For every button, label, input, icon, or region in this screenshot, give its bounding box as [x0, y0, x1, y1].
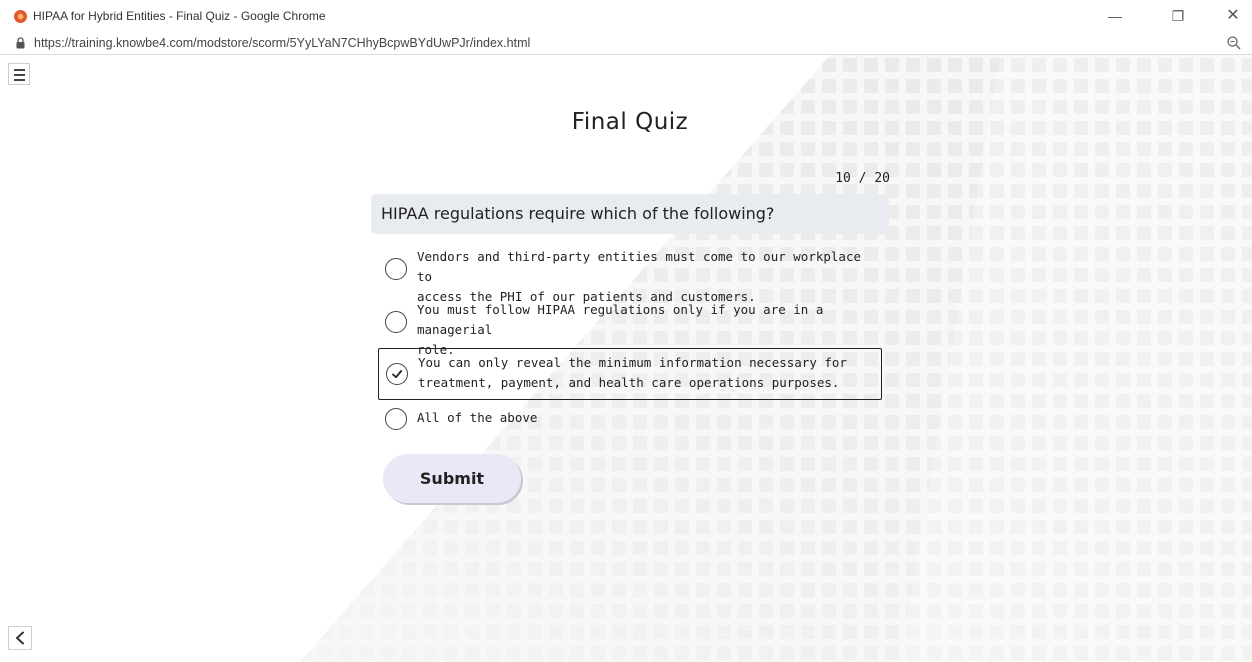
lock-icon — [16, 37, 25, 49]
answer-option-4[interactable]: All of the above — [378, 407, 882, 431]
quiz-page: Final Quiz 10 / 20 HIPAA regulations req… — [0, 55, 1252, 662]
radio-button[interactable] — [385, 408, 407, 430]
answer-option-line: You can only reveal the minimum informat… — [418, 355, 847, 370]
answer-option-line: Vendors and third-party entities must co… — [417, 249, 862, 284]
chrome-icon — [14, 10, 27, 23]
browser-window: HIPAA for Hybrid Entities - Final Quiz -… — [0, 0, 1252, 662]
url-text[interactable]: https://training.knowbe4.com/modstore/sc… — [34, 36, 530, 50]
minimize-button[interactable]: — — [1100, 4, 1130, 28]
address-bar[interactable]: https://training.knowbe4.com/modstore/sc… — [0, 34, 1252, 55]
answer-option-line: You must follow HIPAA regulations only i… — [417, 302, 824, 337]
radio-button[interactable] — [385, 311, 407, 333]
answer-option-text: You can only reveal the minimum informat… — [418, 353, 878, 393]
zoom-icon[interactable] — [1226, 35, 1242, 51]
answer-option-text: Vendors and third-party entities must co… — [417, 247, 877, 307]
answer-option-1[interactable]: Vendors and third-party entities must co… — [378, 247, 882, 304]
answer-option-line: All of the above — [417, 410, 538, 425]
hamburger-menu-icon[interactable] — [8, 63, 30, 85]
check-icon — [392, 370, 403, 379]
page-title: Final Quiz — [571, 109, 689, 135]
chevron-left-icon — [16, 631, 24, 645]
radio-button-checked[interactable] — [386, 363, 408, 385]
answer-option-line: treatment, payment, and health care oper… — [418, 375, 840, 390]
answer-option-2[interactable]: You must follow HIPAA regulations only i… — [378, 300, 882, 357]
close-button[interactable]: ✕ — [1218, 4, 1248, 28]
question-text: HIPAA regulations require which of the f… — [381, 204, 775, 223]
restore-button[interactable]: ❐ — [1163, 4, 1193, 28]
window-title: HIPAA for Hybrid Entities - Final Quiz -… — [33, 9, 326, 23]
title-bar: HIPAA for Hybrid Entities - Final Quiz -… — [0, 0, 1252, 34]
question-box: HIPAA regulations require which of the f… — [371, 194, 889, 234]
answer-option-3-selected[interactable]: You can only reveal the minimum informat… — [378, 348, 882, 400]
question-counter: 10 / 20 — [835, 171, 890, 186]
answer-option-text: All of the above — [417, 408, 877, 428]
back-button[interactable] — [8, 626, 32, 650]
radio-button[interactable] — [385, 258, 407, 280]
submit-button[interactable]: Submit — [383, 454, 521, 503]
